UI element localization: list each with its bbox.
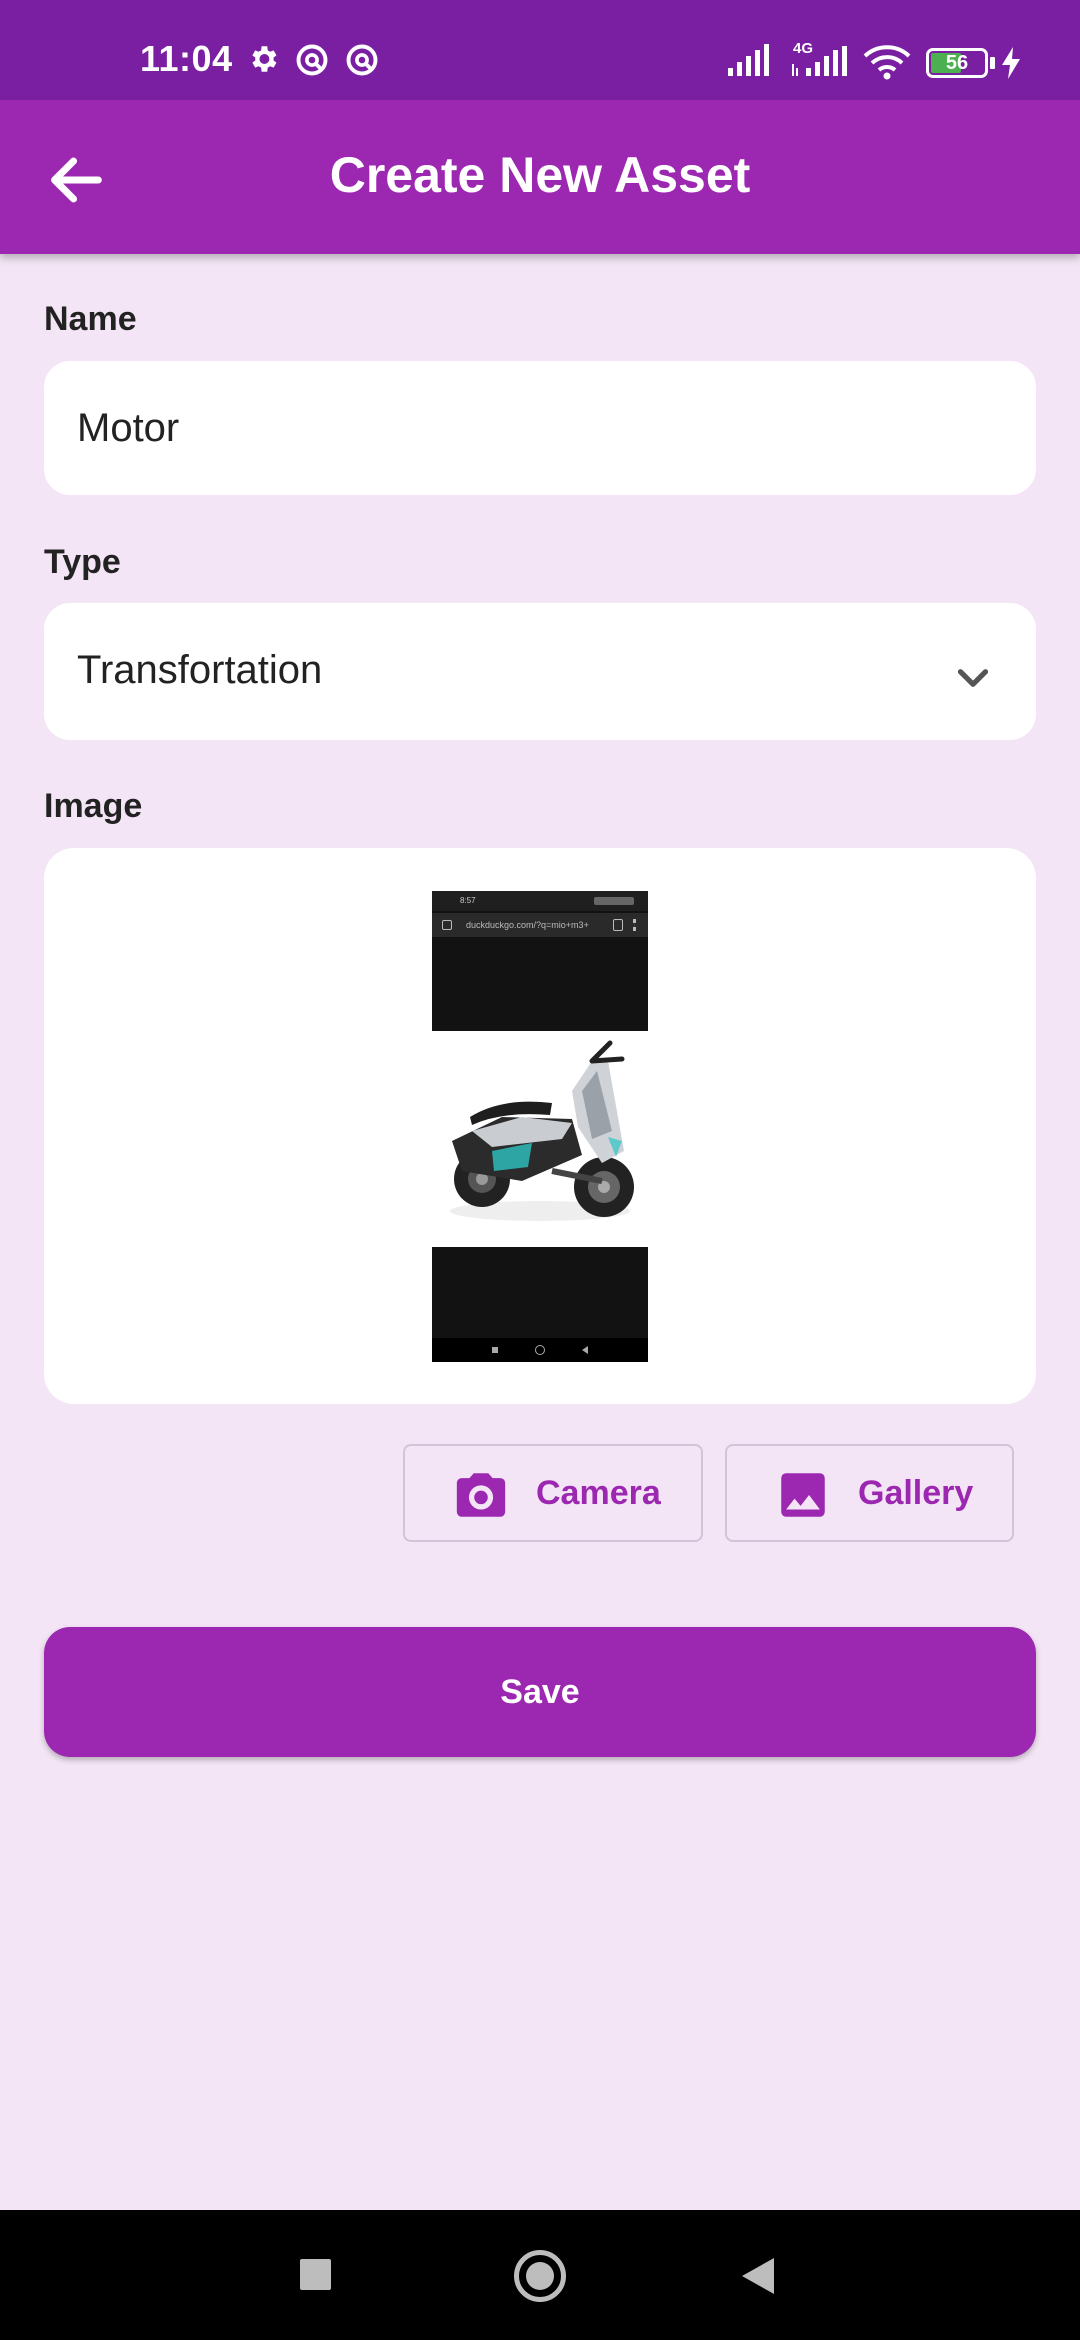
type-dropdown-value: Transfortation bbox=[77, 648, 323, 692]
status-bar: 11:04 4G 56 bbox=[0, 0, 1080, 100]
image-preview: 8:57 duckduckgo.com/?q=mio+m3+ bbox=[432, 891, 648, 1362]
save-button[interactable]: Save bbox=[44, 1627, 1036, 1757]
preview-browser-header: 8:57 duckduckgo.com/?q=mio+m3+ bbox=[432, 891, 648, 1031]
system-nav-bar bbox=[0, 2210, 1080, 2340]
app-bar: Create New Asset bbox=[0, 100, 1080, 254]
type-dropdown[interactable]: Transfortation bbox=[44, 603, 1036, 740]
signal-icon bbox=[728, 44, 769, 76]
settings-icon bbox=[252, 46, 277, 72]
recent-apps-button[interactable] bbox=[300, 2259, 331, 2290]
camera-icon bbox=[456, 1473, 506, 1517]
page-title: Create New Asset bbox=[329, 147, 751, 203]
image-icon bbox=[781, 1473, 825, 1517]
battery-level: 56 bbox=[945, 52, 969, 74]
preview-time: 8:57 bbox=[460, 896, 476, 905]
chevron-down-icon bbox=[957, 669, 989, 687]
battery-icon: 56 bbox=[926, 48, 988, 78]
signal-icon bbox=[792, 46, 847, 76]
image-label: Image bbox=[44, 787, 143, 825]
back-button[interactable] bbox=[740, 2256, 776, 2296]
app-notification-icon bbox=[296, 44, 328, 76]
app-notification-icon bbox=[346, 44, 378, 76]
gallery-button[interactable]: Gallery bbox=[725, 1444, 1014, 1542]
name-label: Name bbox=[44, 300, 137, 338]
gallery-button-label: Gallery bbox=[858, 1474, 974, 1512]
name-field-value: Motor bbox=[77, 406, 180, 450]
name-field[interactable]: Motor bbox=[44, 361, 1036, 495]
status-time: 11:04 bbox=[140, 38, 233, 79]
home-button[interactable] bbox=[514, 2250, 566, 2302]
preview-nav-bar bbox=[432, 1338, 648, 1362]
camera-button[interactable]: Camera bbox=[403, 1444, 703, 1542]
wifi-icon bbox=[863, 45, 911, 80]
charging-icon bbox=[1002, 47, 1020, 79]
type-label: Type bbox=[44, 543, 121, 581]
scooter-image bbox=[432, 1031, 648, 1247]
camera-button-label: Camera bbox=[536, 1474, 661, 1512]
preview-black-area bbox=[432, 1247, 648, 1362]
